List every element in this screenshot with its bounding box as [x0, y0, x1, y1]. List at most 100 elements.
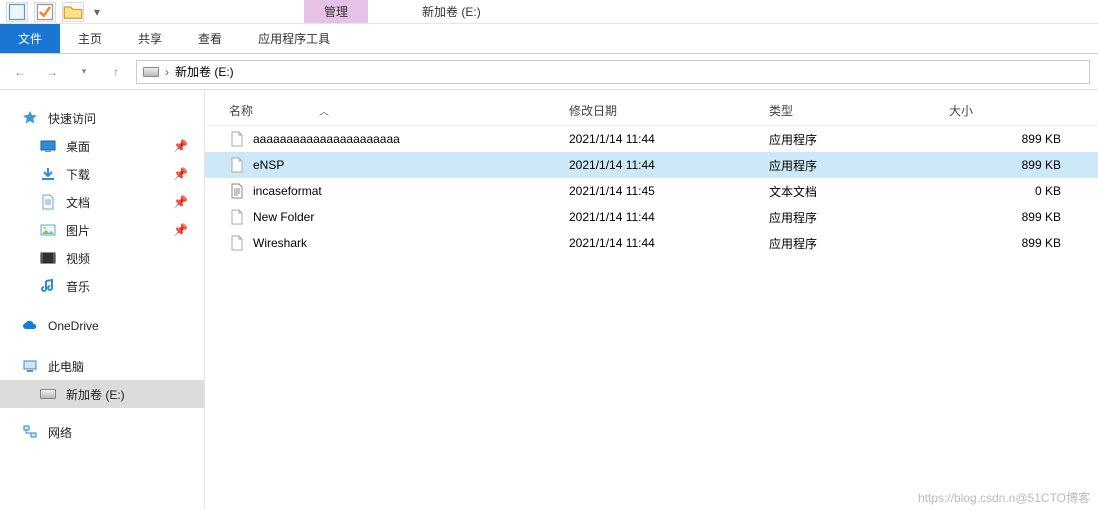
pc-icon — [22, 358, 38, 374]
title-bar: ▾ 管理 新加卷 (E:) — [0, 0, 1098, 24]
file-name: incaseformat — [253, 184, 322, 198]
sidebar-item-drive-e[interactable]: 新加卷 (E:) — [0, 380, 204, 408]
qat-folder-button[interactable] — [62, 2, 84, 22]
cloud-icon — [22, 318, 38, 334]
pin-icon: 📌 — [173, 223, 188, 237]
column-headers: 名称 ︿ 修改日期 类型 大小 — [205, 96, 1098, 126]
pin-icon: 📌 — [173, 139, 188, 153]
column-label: 类型 — [769, 102, 793, 119]
sidebar-item-this-pc[interactable]: 此电脑 — [0, 352, 204, 380]
sidebar-item-desktop[interactable]: 桌面 📌 — [0, 132, 204, 160]
column-header-name[interactable]: 名称 ︿ — [229, 102, 569, 119]
file-icon — [229, 209, 245, 225]
file-icon — [229, 157, 245, 173]
column-label: 名称 — [229, 102, 253, 119]
file-list-pane: 名称 ︿ 修改日期 类型 大小 aaaaaaaaaaaaaaaaaaaaaa 202… — [205, 90, 1098, 510]
ribbon-tab-apptools[interactable]: 应用程序工具 — [240, 24, 348, 53]
file-name: aaaaaaaaaaaaaaaaaaaaaa — [253, 132, 400, 146]
network-icon — [22, 424, 38, 440]
file-modified: 2021/1/14 11:45 — [569, 184, 769, 198]
sidebar-item-network[interactable]: 网络 — [0, 418, 204, 446]
file-icon — [229, 183, 245, 199]
pin-icon: 📌 — [173, 167, 188, 181]
file-row[interactable]: aaaaaaaaaaaaaaaaaaaaaa 2021/1/14 11:44应用程… — [205, 126, 1098, 152]
music-icon — [40, 278, 56, 294]
file-icon — [229, 235, 245, 251]
file-type: 应用程序 — [769, 131, 949, 148]
column-header-modified[interactable]: 修改日期 — [569, 102, 769, 119]
drive-icon — [40, 386, 56, 402]
desktop-icon — [40, 138, 56, 154]
quick-access-toolbar: ▾ — [0, 2, 104, 22]
ribbon-tab-share[interactable]: 共享 — [120, 24, 180, 53]
sidebar-item-music[interactable]: 音乐 — [0, 272, 204, 300]
ribbon-tabs: 文件 主页 共享 查看 应用程序工具 — [0, 24, 1098, 54]
download-icon — [40, 166, 56, 182]
sidebar-item-label: 此电脑 — [48, 358, 84, 375]
breadcrumb-location[interactable]: 新加卷 (E:) — [175, 63, 234, 80]
file-row[interactable]: New Folder2021/1/14 11:44应用程序899 KB — [205, 204, 1098, 230]
pin-icon: 📌 — [173, 195, 188, 209]
sidebar-item-quick-access[interactable]: 快速访问 — [0, 104, 204, 132]
file-row[interactable]: eNSP2021/1/14 11:44应用程序899 KB — [205, 152, 1098, 178]
column-label: 大小 — [949, 102, 973, 119]
chevron-right-icon[interactable]: › — [165, 65, 169, 79]
sidebar-item-documents[interactable]: 文档 📌 — [0, 188, 204, 216]
file-size: 0 KB — [949, 184, 1089, 198]
file-size: 899 KB — [949, 132, 1089, 146]
sidebar-item-label: 桌面 — [66, 138, 90, 155]
sidebar-item-label: 快速访问 — [48, 110, 96, 127]
file-row[interactable]: incaseformat 2021/1/14 11:45文本文档0 KB — [205, 178, 1098, 204]
nav-up-button[interactable]: ↑ — [104, 60, 128, 84]
sidebar-item-videos[interactable]: 视频 — [0, 244, 204, 272]
star-icon — [22, 110, 38, 126]
file-icon — [229, 131, 245, 147]
file-type: 应用程序 — [769, 157, 949, 174]
pictures-icon — [40, 222, 56, 238]
file-modified: 2021/1/14 11:44 — [569, 210, 769, 224]
file-type: 应用程序 — [769, 209, 949, 226]
file-modified: 2021/1/14 11:44 — [569, 158, 769, 172]
file-modified: 2021/1/14 11:44 — [569, 132, 769, 146]
file-row[interactable]: Wireshark 2021/1/14 11:44应用程序899 KB — [205, 230, 1098, 256]
sidebar-item-label: 文档 — [66, 194, 90, 211]
ribbon-context-tab[interactable]: 管理 — [304, 0, 368, 23]
sidebar-item-label: 视频 — [66, 250, 90, 267]
sidebar-item-label: 音乐 — [66, 278, 90, 295]
nav-recent-dropdown[interactable]: ▾ — [72, 60, 96, 84]
file-name: New Folder — [253, 210, 314, 224]
sidebar-item-label: OneDrive — [48, 319, 99, 333]
sidebar-item-label: 新加卷 (E:) — [66, 386, 125, 403]
nav-back-button[interactable]: ← — [8, 60, 32, 84]
sort-indicator-icon: ︿ — [319, 103, 329, 118]
sidebar-item-label: 图片 — [66, 222, 90, 239]
nav-forward-button[interactable]: → — [40, 60, 64, 84]
file-rows: aaaaaaaaaaaaaaaaaaaaaa2021/1/14 11:44应用程… — [205, 126, 1098, 256]
ribbon-tab-view[interactable]: 查看 — [180, 24, 240, 53]
qat-dropdown-icon[interactable]: ▾ — [90, 5, 104, 19]
file-size: 899 KB — [949, 236, 1089, 250]
sidebar-item-label: 下载 — [66, 166, 90, 183]
column-header-size[interactable]: 大小 — [949, 102, 1089, 119]
sidebar-item-onedrive[interactable]: OneDrive — [0, 312, 204, 340]
videos-icon — [40, 250, 56, 266]
window-title: 新加卷 (E:) — [408, 0, 495, 23]
file-size: 899 KB — [949, 158, 1089, 172]
watermark-text: https://blog.csdn.n@51CTO博客 — [918, 489, 1090, 506]
ribbon-tab-home[interactable]: 主页 — [60, 24, 120, 53]
file-name: Wireshark — [253, 236, 307, 250]
column-label: 修改日期 — [569, 102, 617, 119]
column-header-type[interactable]: 类型 — [769, 102, 949, 119]
document-icon — [40, 194, 56, 210]
sidebar-item-pictures[interactable]: 图片 📌 — [0, 216, 204, 244]
ribbon-tab-file[interactable]: 文件 — [0, 24, 60, 53]
file-type: 应用程序 — [769, 235, 949, 252]
file-modified: 2021/1/14 11:44 — [569, 236, 769, 250]
sidebar-item-downloads[interactable]: 下载 📌 — [0, 160, 204, 188]
sidebar-item-label: 网络 — [48, 424, 72, 441]
qat-new-button[interactable] — [34, 2, 56, 22]
drive-icon — [143, 67, 159, 77]
file-type: 文本文档 — [769, 183, 949, 200]
address-bar[interactable]: › 新加卷 (E:) — [136, 60, 1090, 84]
qat-properties-button[interactable] — [6, 2, 28, 22]
